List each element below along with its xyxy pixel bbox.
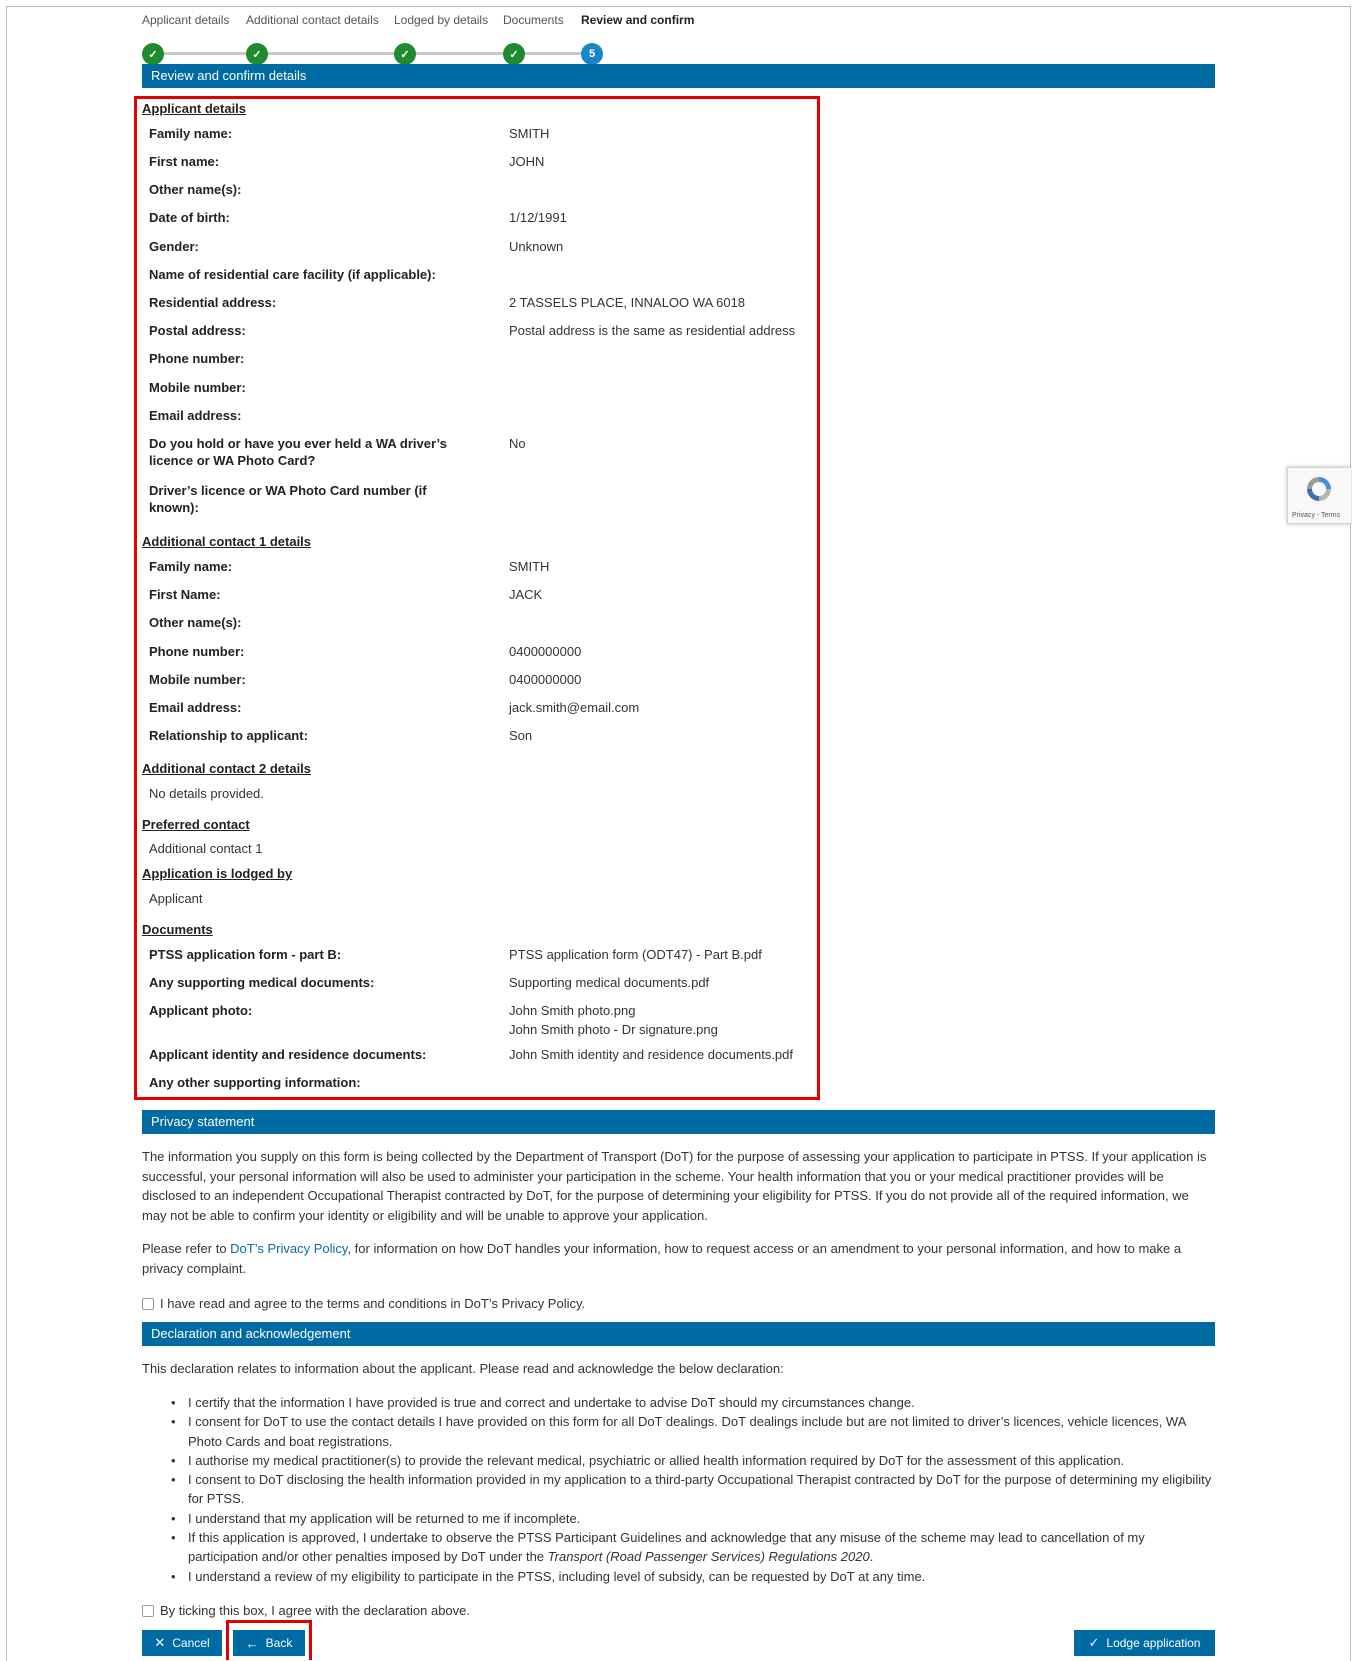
contact1-first-name-label: First Name: (149, 587, 221, 602)
step-4-complete-check-icon[interactable]: ✓ (503, 43, 525, 65)
check-icon: ✓ (1088, 1635, 1100, 1650)
lodged-by-value: Applicant (149, 891, 203, 906)
declaration-item: • I understand that my application will b… (171, 1510, 581, 1526)
preferred-contact-value: Additional contact 1 (149, 841, 263, 856)
recaptcha-badge[interactable]: Privacy - Terms (1287, 467, 1351, 524)
doc-medical-label: Any supporting medical documents: (149, 975, 375, 990)
declaration-item: • If this application is approved, I unde… (171, 1530, 1145, 1565)
doc-identity-label: Applicant identity and residence documen… (149, 1047, 427, 1062)
arrow-left-icon: ← (245, 1635, 259, 1651)
cancel-button[interactable]: ✕ Cancel (142, 1630, 222, 1656)
declaration-item: • I understand a review of my eligibility… (171, 1568, 926, 1584)
declaration-intro: This declaration relates to information … (142, 1361, 784, 1376)
progress-stepper: Applicant details Additional contact det… (142, 8, 722, 65)
applicant-gender-value: Unknown (509, 239, 564, 254)
declaration-item: • I consent for DoT to use the contact de… (171, 1414, 1186, 1449)
declaration-item: • I consent to DoT disclosing the health … (171, 1472, 1212, 1507)
declaration-agree-label[interactable]: By ticking this box, I agree with the de… (160, 1603, 470, 1618)
contact2-text: No details provided. (149, 786, 264, 801)
step-label-review-confirm: Review and confirm (581, 13, 695, 27)
applicant-postal-address-label: Postal address: (149, 323, 246, 338)
applicant-first-name-label: First name: (149, 154, 220, 169)
declaration-item: • I certify that the information I have p… (171, 1395, 915, 1410)
applicant-phone-label: Phone number: (149, 351, 245, 366)
applicant-family-name-value: SMITH (509, 126, 550, 141)
applicant-first-name-value: JOHN (509, 154, 545, 169)
declaration-section-header: Declaration and acknowledgement (142, 1322, 1215, 1346)
cancel-button-label: Cancel (172, 1636, 210, 1650)
close-icon: ✕ (154, 1635, 166, 1650)
applicant-licence-number-label: Driver’s licence or WA Photo Card number… (149, 483, 427, 515)
step-2-complete-check-icon[interactable]: ✓ (246, 43, 268, 65)
doc-part-b-label: PTSS application form - part B: (149, 947, 342, 962)
privacy-agree-label[interactable]: I have read and agree to the terms and c… (160, 1296, 585, 1311)
contact1-email-value: jack.smith@email.com (509, 700, 640, 715)
step-label-applicant-details: Applicant details (142, 13, 230, 27)
doc-part-b-value: PTSS application form (ODT47) - Part B.p… (509, 947, 762, 962)
contact2-heading: Additional contact 2 details (142, 761, 312, 776)
contact1-other-names-label: Other name(s): (149, 615, 242, 630)
lodged-by-heading: Application is lodged by (142, 866, 293, 881)
doc-photo-value-2: John Smith photo - Dr signature.png (509, 1022, 718, 1037)
contact1-relationship-label: Relationship to applicant: (149, 728, 308, 743)
privacy-statement-text: The information you supply on this form … (142, 1149, 1207, 1223)
doc-medical-value: Supporting medical documents.pdf (509, 975, 710, 990)
contact1-mobile-value: 0400000000 (509, 672, 582, 687)
declaration-item: • I authorise my medical practitioner(s) … (171, 1452, 1125, 1468)
recaptcha-icon (1307, 477, 1331, 501)
contact1-phone-label: Phone number: (149, 644, 245, 659)
applicant-care-facility-label: Name of residential care facility (if ap… (149, 267, 436, 282)
applicant-mobile-label: Mobile number: (149, 380, 246, 395)
doc-photo-value: John Smith photo.png (509, 1003, 636, 1018)
doc-identity-value: John Smith identity and residence docume… (509, 1047, 794, 1062)
privacy-policy-paragraph: Please refer to DoT’s Privacy Policy, fo… (142, 1239, 1217, 1278)
back-button-label: Back (265, 1636, 293, 1650)
step-label-additional-contact: Additional contact details (246, 13, 379, 27)
step-label-documents: Documents (503, 13, 564, 27)
privacy-section-header: Privacy statement (142, 1110, 1215, 1134)
applicant-dob-label: Date of birth: (149, 210, 230, 225)
declaration-list: • I certify that the information I have p… (171, 1393, 1216, 1586)
back-button[interactable]: ← Back (233, 1630, 305, 1656)
applicant-postal-address-value: Postal address is the same as residentia… (509, 323, 796, 338)
contact1-email-label: Email address: (149, 700, 242, 715)
contact1-relationship-value: Son (509, 728, 533, 743)
applicant-gender-label: Gender: (149, 239, 199, 254)
documents-heading: Documents (142, 922, 213, 937)
privacy-policy-link[interactable]: DoT’s Privacy Policy (230, 1241, 347, 1256)
doc-other-label: Any other supporting information: (149, 1075, 361, 1090)
step-1-complete-check-icon[interactable]: ✓ (142, 43, 164, 65)
doc-photo-label: Applicant photo: (149, 1003, 253, 1018)
declaration-agree-checkbox[interactable] (142, 1604, 154, 1617)
privacy-agree-checkbox[interactable] (142, 1297, 154, 1310)
contact1-first-name-value: JACK (509, 587, 543, 602)
step-connector (154, 52, 602, 55)
privacy-policy-text-pre: Please refer to (142, 1241, 231, 1256)
privacy-agree-row[interactable]: I have read and agree to the terms and c… (142, 1296, 585, 1311)
contact1-mobile-label: Mobile number: (149, 672, 246, 687)
applicant-email-label: Email address: (149, 408, 242, 423)
applicant-residential-address-value: 2 TASSELS PLACE, INNALOO WA 6018 (509, 295, 746, 310)
contact1-family-name-label: Family name: (149, 559, 233, 574)
contact1-phone-value: 0400000000 (509, 644, 582, 659)
step-5-current-indicator: 5 (581, 43, 603, 65)
step-label-lodged-by: Lodged by details (394, 13, 489, 27)
lodge-application-button[interactable]: ✓ Lodge application (1074, 1630, 1215, 1656)
preferred-contact-heading: Preferred contact (142, 817, 250, 832)
applicant-dob-value: 1/12/1991 (509, 210, 567, 225)
applicant-family-name-label: Family name: (149, 126, 233, 141)
contact1-heading: Additional contact 1 details (142, 534, 312, 549)
applicant-other-names-label: Other name(s): (149, 182, 242, 197)
review-section-header: Review and confirm details (142, 64, 1215, 88)
contact1-family-name-value: SMITH (509, 559, 550, 574)
lodge-application-label: Lodge application (1106, 1636, 1201, 1650)
applicant-residential-address-label: Residential address: (149, 295, 277, 310)
step-3-complete-check-icon[interactable]: ✓ (394, 43, 416, 65)
declaration-agree-row[interactable]: By ticking this box, I agree with the de… (142, 1603, 470, 1618)
applicant-licence-held-value: No (509, 436, 526, 451)
applicant-details-heading: Applicant details (142, 101, 247, 116)
applicant-licence-held-label: Do you hold or have you ever held a WA d… (149, 436, 447, 468)
recaptcha-privacy-terms[interactable]: Privacy - Terms (1292, 512, 1340, 519)
